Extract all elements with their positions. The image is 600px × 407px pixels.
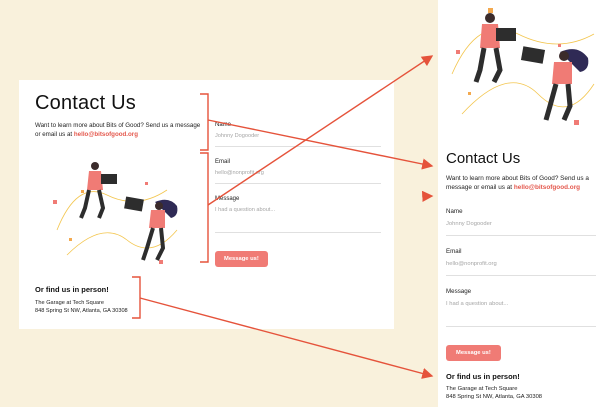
in-person-heading-mobile: Or find us in person! <box>446 372 520 381</box>
email-input[interactable]: hello@nonprofit.org <box>215 170 381 184</box>
message-us-button[interactable]: Message us! <box>215 251 268 267</box>
email-link-mobile[interactable]: hello@bitsofgood.org <box>514 184 580 191</box>
message-us-button-mobile[interactable]: Message us! <box>446 345 501 361</box>
mobile-contact-panel: Contact Us Want to learn more about Bits… <box>438 0 600 407</box>
address-line-1: The Garage at Tech Square <box>35 300 104 306</box>
message-textarea-mobile[interactable]: I had a question about... <box>446 301 596 327</box>
page-title-mobile: Contact Us <box>446 150 521 167</box>
name-input-mobile[interactable]: Johnny Dogooder <box>446 221 596 236</box>
name-input[interactable]: Johnny Dogooder <box>215 133 381 147</box>
message-label: Message <box>215 196 240 202</box>
email-link[interactable]: hello@bitsofgood.org <box>74 131 138 138</box>
name-label-mobile: Name <box>446 208 463 215</box>
email-label-mobile: Email <box>446 248 462 255</box>
in-person-heading: Or find us in person! <box>35 285 109 294</box>
intro-text-mobile: Want to learn more about Bits of Good? S… <box>446 174 594 192</box>
contact-illustration-mobile <box>451 8 595 125</box>
message-textarea[interactable]: I had a question about... <box>215 207 381 233</box>
intro-text: Want to learn more about Bits of Good? S… <box>35 122 205 139</box>
address-mobile: The Garage at Tech Square 848 Spring St … <box>446 385 542 401</box>
name-label: Name <box>215 122 232 128</box>
address-line-2-mobile: 848 Spring St NW, Atlanta, GA 30308 <box>446 394 543 400</box>
email-input-mobile[interactable]: hello@nonprofit.org <box>446 261 596 276</box>
desktop-contact-card: Contact Us Want to learn more about Bits… <box>19 80 394 329</box>
page-title: Contact Us <box>35 92 136 114</box>
contact-form: Name Johnny Dogooder Email hello@nonprof… <box>215 122 381 267</box>
address-line-1-mobile: The Garage at Tech Square <box>446 386 518 392</box>
email-label: Email <box>215 159 231 165</box>
address-line-2: 848 Spring St NW, Atlanta, GA 30308 <box>35 308 128 314</box>
contact-form-mobile: Name Johnny Dogooder Email hello@nonprof… <box>446 208 596 361</box>
message-label-mobile: Message <box>446 288 472 295</box>
address: The Garage at Tech Square 848 Spring St … <box>35 299 128 315</box>
contact-illustration <box>53 162 178 264</box>
